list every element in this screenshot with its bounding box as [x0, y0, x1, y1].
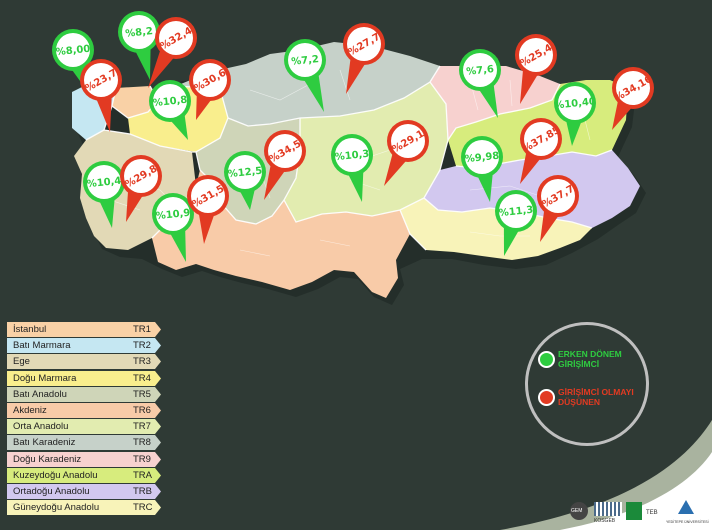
- gem-logo-text: GEM: [571, 508, 583, 514]
- legend-region-code: TRC: [133, 502, 153, 514]
- legend-region-code: TR7: [133, 421, 151, 433]
- legend-row-tr3: Ege TR3: [7, 354, 167, 370]
- legend-region-code: TRB: [133, 485, 152, 497]
- legend-row-tra: Kuzeydoğu Anadolu TRA: [7, 467, 167, 483]
- legend-region-name: Orta Anadolu: [13, 421, 69, 433]
- teb-logo-text: TEB: [646, 510, 658, 516]
- legend-region-code: TR4: [133, 372, 151, 384]
- legend-region-code: TR5: [133, 388, 151, 400]
- legend-region-name: Batı Marmara: [13, 340, 71, 352]
- legend-row-tr5: Batı Anadolu TR5: [7, 386, 167, 402]
- legend-region-code: TR3: [133, 356, 151, 368]
- legend-row-trc: Güneydoğu Anadolu TRC: [7, 500, 167, 516]
- legend-region-name: Doğu Karadeniz: [13, 453, 82, 465]
- pin-tr2-early: %8,2: [118, 11, 160, 80]
- legend-region-code: TR2: [133, 340, 151, 352]
- legend-region-name: Güneydoğu Anadolu: [13, 502, 100, 514]
- legend-region-code: TR8: [133, 437, 151, 449]
- think-key-dot-icon: [538, 389, 555, 406]
- legend-row-tr9: Doğu Karadeniz TR9: [7, 451, 167, 467]
- legend-row-tr4: Doğu Marmara TR4: [7, 370, 167, 386]
- early-key-dot-icon: [538, 351, 555, 368]
- legend-row-tr8: Batı Karadeniz TR8: [7, 435, 167, 451]
- legend-region-name: Ege: [13, 356, 30, 368]
- legend-row-tr1: İstanbul TR1: [7, 322, 167, 337]
- legend-row-trb: Ortadoğu Anadolu TRB: [7, 483, 167, 499]
- legend-region-name: Ortadoğu Anadolu: [13, 485, 90, 497]
- legend-region-code: TR1: [133, 324, 151, 335]
- legend-region-name: İstanbul: [13, 324, 47, 335]
- yeditepe-logo: [678, 500, 694, 514]
- legend-region-code: TRA: [133, 469, 152, 481]
- region-legend: İstanbul TR1 Batı Marmara TR2 Ege TR3 Doğu Mar…: [7, 322, 167, 516]
- kosgeb-logo-text: KOSGEB: [594, 518, 616, 524]
- legend-region-code: TR9: [133, 453, 151, 465]
- yeditepe-logo-text: YEDİTEPE ÜNİVERSİTESİ: [666, 520, 709, 524]
- legend-row-tr6: Akdeniz TR6: [7, 402, 167, 418]
- legend-region-name: Batı Anadolu: [13, 388, 67, 400]
- legend-row-tr2: Batı Marmara TR2: [7, 338, 167, 354]
- legend-region-name: Akdeniz: [13, 404, 47, 416]
- early-key-label: ERKEN DÖNEM GİRİŞİMCİ: [558, 349, 622, 369]
- kosgeb-logo: [594, 502, 622, 516]
- infographic-canvas: %8,00 %23,7 %8,2 %32,4 %10,8 %30,6 %10,4 %29,8%…: [0, 0, 712, 530]
- legend-row-tr7: Orta Anadolu TR7: [7, 419, 167, 435]
- legend-region-name: Kuzeydoğu Anadolu: [13, 469, 98, 481]
- think-key-label: GİRİŞİMCİ OLMAYI DÜŞÜNEN: [558, 387, 634, 407]
- pin-key: ERKEN DÖNEM GİRİŞİMCİ GİRİŞİMCİ OLMAYI D…: [525, 322, 649, 446]
- legend-region-name: Doğu Marmara: [13, 372, 77, 384]
- legend-region-code: TR6: [133, 404, 151, 416]
- legend-region-name: Batı Karadeniz: [13, 437, 76, 449]
- teb-logo: [626, 502, 642, 520]
- pin-tra-think: %34,16: [612, 67, 654, 130]
